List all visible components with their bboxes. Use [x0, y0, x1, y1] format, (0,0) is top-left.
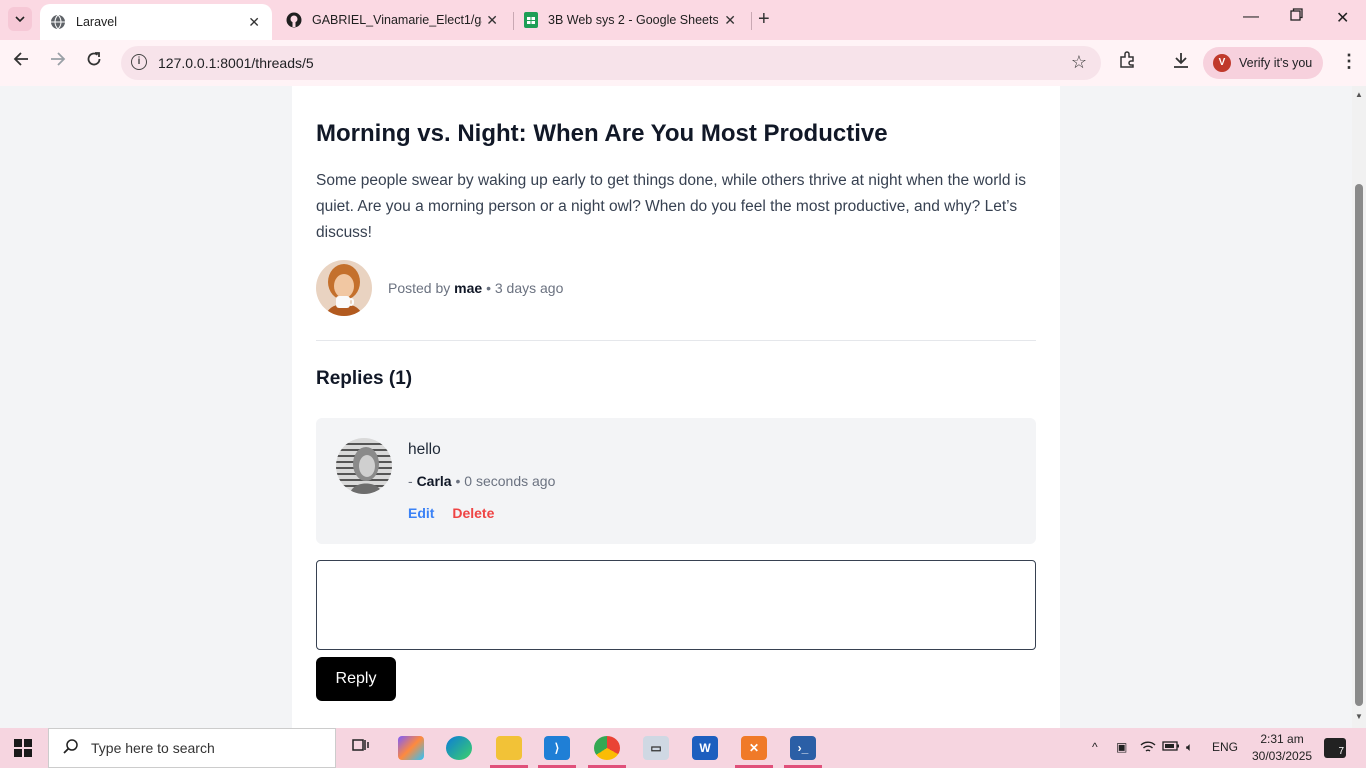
profile-avatar: V — [1213, 54, 1231, 72]
battery-icon[interactable] — [1162, 740, 1180, 755]
site-info-icon[interactable]: i — [131, 54, 147, 70]
back-icon[interactable] — [13, 51, 29, 72]
windows-taskbar: Type here to search ⟩ ▭ W ✕ ›_ ^ ▣ 🔈︎ EN… — [0, 728, 1366, 768]
reply-actions: Edit Delete — [408, 505, 494, 521]
address-bar[interactable]: i 127.0.0.1:8001/threads/5 ☆ — [121, 46, 1101, 80]
clock-time: 2:31 am — [1260, 732, 1304, 746]
tab-github[interactable]: GABRIEL_Vinamarie_Elect1/gab ✕ — [278, 0, 510, 40]
meta-separator: • — [486, 280, 491, 296]
restore-icon[interactable] — [1290, 8, 1303, 26]
new-tab-icon[interactable]: + — [758, 8, 770, 31]
language-indicator[interactable]: ENG — [1212, 740, 1238, 754]
thread-author-name[interactable]: mae — [454, 280, 482, 296]
reply-author-name[interactable]: Carla — [417, 473, 452, 489]
thread-time: 3 days ago — [494, 280, 564, 296]
browser-toolbar: i 127.0.0.1:8001/threads/5 ☆ V Verify it… — [0, 40, 1366, 86]
reply-author-prefix: - — [408, 473, 417, 489]
vscode-icon[interactable]: ⟩ — [544, 736, 570, 760]
copilot-icon[interactable] — [398, 736, 424, 760]
xampp-icon[interactable]: ✕ — [741, 736, 767, 760]
taskbar-clock[interactable]: 2:31 am 30/03/2025 — [1252, 731, 1312, 765]
file-explorer-icon[interactable] — [496, 736, 522, 760]
tab-search-button[interactable] — [8, 7, 32, 31]
close-icon[interactable]: ✕ — [486, 12, 498, 29]
tab-title: Laravel — [76, 15, 117, 29]
word-icon[interactable]: W — [692, 736, 718, 760]
tab-title: 3B Web sys 2 - Google Sheets — [548, 13, 718, 27]
edge-icon[interactable] — [446, 736, 472, 760]
download-icon[interactable] — [1172, 51, 1190, 74]
reply-author-avatar[interactable] — [336, 438, 392, 494]
author-avatar[interactable] — [316, 260, 372, 316]
tray-chevron-up-icon[interactable]: ^ — [1092, 740, 1098, 754]
tab-title: GABRIEL_Vinamarie_Elect1/gab — [312, 13, 482, 27]
delete-reply-link[interactable]: Delete — [452, 505, 494, 521]
tab-separator — [751, 12, 752, 30]
divider — [316, 340, 1036, 341]
replies-heading: Replies (1) — [316, 368, 413, 389]
search-icon — [63, 738, 79, 759]
thread-title: Morning vs. Night: When Are You Most Pro… — [316, 120, 888, 147]
thread-card: Morning vs. Night: When Are You Most Pro… — [292, 86, 1060, 728]
reply-textarea[interactable] — [316, 560, 1036, 650]
reply-meta: - Carla • 0 seconds ago — [408, 473, 555, 489]
powershell-icon[interactable]: ›_ — [790, 736, 816, 760]
bookmark-star-icon[interactable]: ☆ — [1071, 52, 1087, 73]
posted-by-label: Posted by — [388, 280, 451, 296]
extensions-icon[interactable] — [1118, 51, 1136, 74]
reply-button[interactable]: Reply — [316, 657, 396, 701]
minimize-icon[interactable]: — — [1243, 8, 1259, 26]
reply-text: hello — [408, 441, 441, 458]
chrome-icon[interactable] — [594, 736, 620, 760]
wifi-icon[interactable] — [1140, 740, 1156, 757]
page-viewport: Morning vs. Night: When Are You Most Pro… — [0, 86, 1352, 728]
google-sheets-icon — [524, 12, 538, 28]
page-scrollbar[interactable]: ▲ ▼ — [1352, 86, 1366, 728]
menu-kebab-icon[interactable]: ⋮ — [1340, 51, 1358, 72]
meet-now-icon[interactable]: ▣ — [1116, 740, 1127, 754]
url-text[interactable]: 127.0.0.1:8001/threads/5 — [158, 55, 314, 71]
close-icon[interactable]: ✕ — [724, 12, 736, 29]
thread-body: Some people swear by waking up early to … — [316, 172, 1026, 241]
thread-author-row: Posted by mae • 3 days ago — [316, 260, 563, 316]
volume-icon[interactable]: 🔈︎ — [1186, 740, 1193, 755]
scroll-down-icon[interactable]: ▼ — [1355, 712, 1363, 721]
remote-desktop-icon[interactable]: ▭ — [643, 736, 669, 760]
clock-date: 30/03/2025 — [1252, 749, 1313, 763]
taskbar-search[interactable]: Type here to search — [48, 728, 336, 768]
chevron-down-icon — [15, 16, 25, 22]
reload-icon[interactable] — [86, 51, 102, 72]
tab-google-sheets[interactable]: 3B Web sys 2 - Google Sheets ✕ — [516, 0, 748, 40]
globe-icon — [51, 14, 65, 30]
scroll-thumb[interactable] — [1355, 184, 1363, 706]
tab-separator — [513, 12, 514, 30]
windows-start-icon[interactable] — [14, 739, 32, 757]
search-placeholder: Type here to search — [91, 740, 215, 756]
profile-verify-button[interactable]: V Verify it's you — [1203, 47, 1323, 79]
forward-icon[interactable] — [50, 51, 66, 72]
thread-meta: Posted by mae • 3 days ago — [388, 280, 563, 296]
profile-label: Verify it's you — [1239, 56, 1313, 70]
edit-reply-link[interactable]: Edit — [408, 505, 434, 521]
task-view-icon[interactable] — [348, 736, 374, 760]
close-icon[interactable]: ✕ — [248, 14, 260, 31]
scroll-up-icon[interactable]: ▲ — [1355, 90, 1363, 99]
notification-center-icon[interactable]: 7 — [1324, 738, 1346, 758]
github-icon — [286, 12, 302, 28]
tab-laravel[interactable]: Laravel ✕ — [40, 4, 272, 40]
meta-separator: • — [455, 473, 461, 489]
notification-count: 7 — [1338, 746, 1344, 757]
tab-bar: Laravel ✕ GABRIEL_Vinamarie_Elect1/gab ✕… — [0, 0, 1366, 40]
close-window-icon[interactable]: ✕ — [1336, 8, 1349, 28]
reply-time: 0 seconds ago — [464, 473, 556, 489]
reply-item: hello - Carla • 0 seconds ago Edit Delet… — [316, 418, 1036, 544]
